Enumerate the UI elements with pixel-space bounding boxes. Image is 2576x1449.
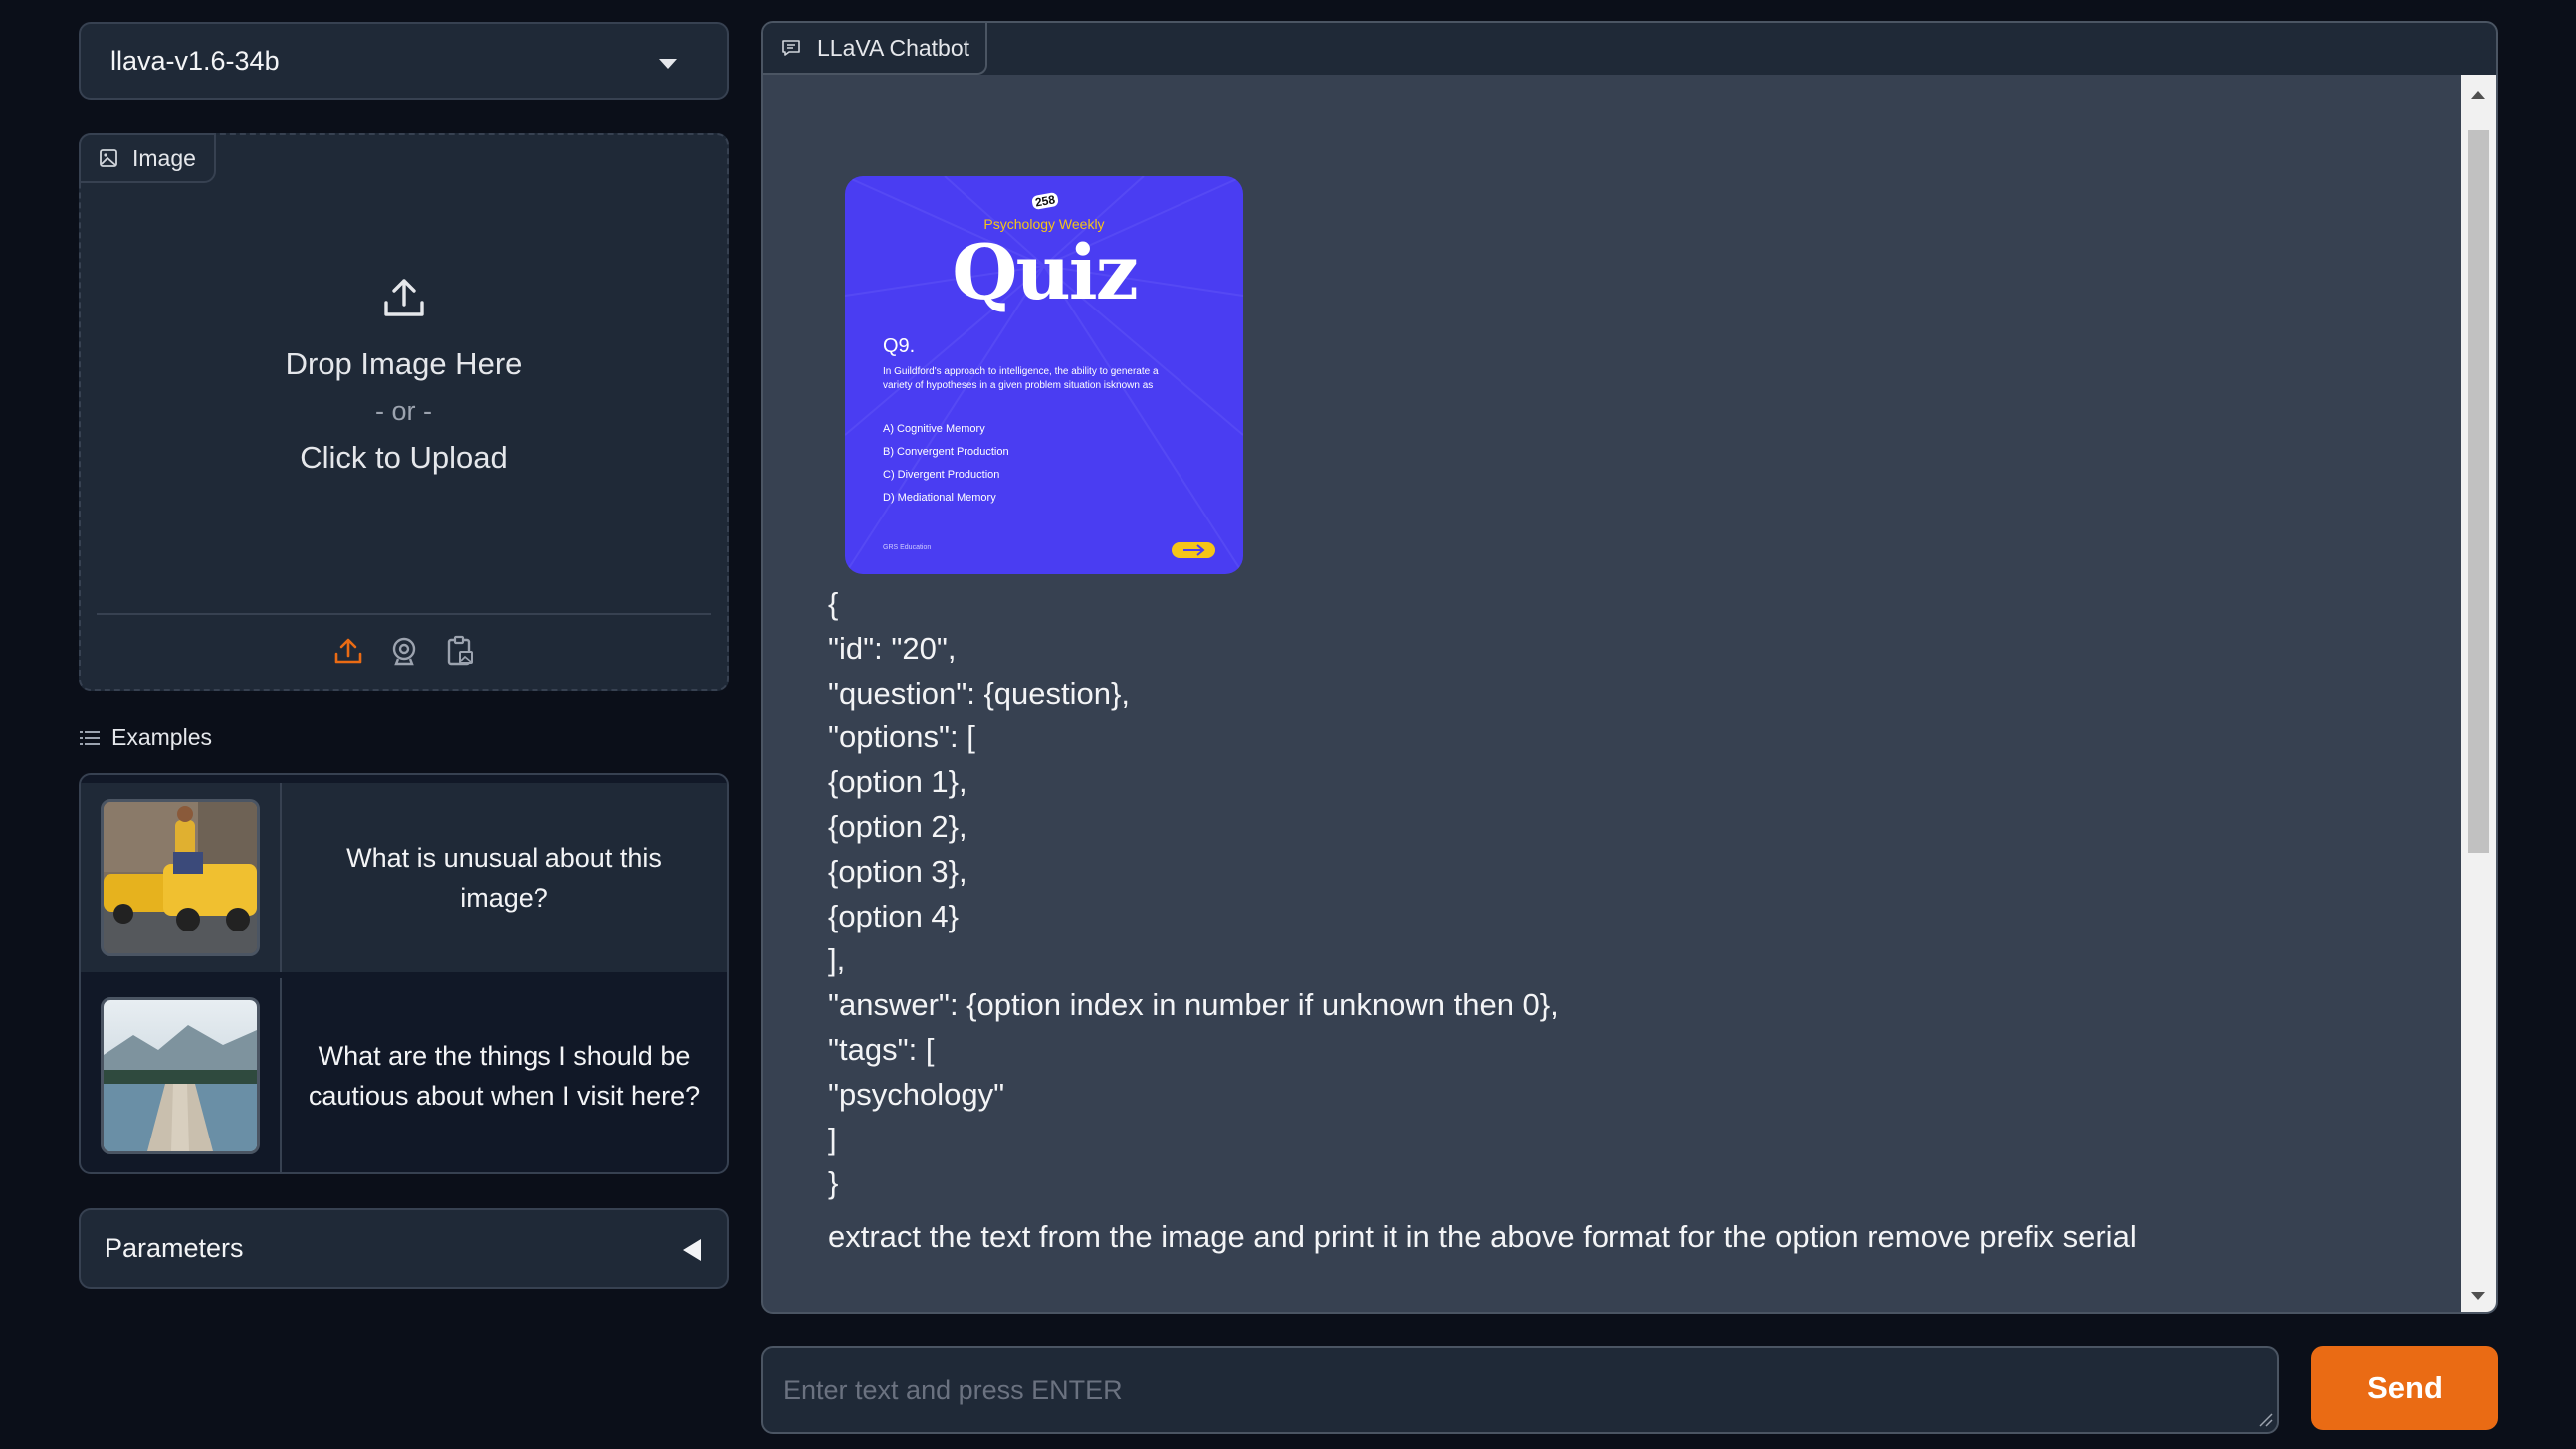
clipboard-icon[interactable] bbox=[442, 633, 478, 669]
message-line: {option 1}, bbox=[828, 764, 967, 800]
parameters-label: Parameters bbox=[105, 1233, 244, 1263]
example-prompt-text[interactable]: What are the things I should be cautious… bbox=[282, 978, 727, 1172]
quiz-option: D) Mediational Memory bbox=[883, 492, 996, 504]
scrollbar-thumb[interactable] bbox=[2468, 130, 2489, 853]
example-thumbnail-taxi[interactable] bbox=[101, 799, 260, 956]
message-line: "answer": {option index in number if unk… bbox=[828, 987, 1559, 1023]
message-line: "psychology" bbox=[828, 1076, 1005, 1112]
message-line: {option 2}, bbox=[828, 808, 967, 844]
quiz-footer: GRS Education bbox=[883, 544, 932, 551]
example-prompt-text[interactable]: What is unusual about this image? bbox=[282, 783, 727, 972]
quiz-option: B) Convergent Production bbox=[883, 446, 1009, 458]
example-row[interactable]: What are the things I should be cautious… bbox=[81, 978, 727, 1172]
message-line: {option 4} bbox=[828, 898, 960, 933]
message-line: "tags": [ bbox=[828, 1031, 935, 1067]
webcam-icon[interactable] bbox=[386, 633, 422, 669]
image-source-selector bbox=[81, 633, 727, 669]
chat-messages: 258 Psychology Weekly Quiz Q9. In Guildf… bbox=[763, 75, 2461, 1312]
image-icon bbox=[100, 149, 117, 167]
upload-source-icon[interactable] bbox=[330, 633, 366, 669]
model-dropdown[interactable]: llava-v1.6-34b bbox=[79, 22, 729, 100]
image-panel-tab-label: Image bbox=[132, 144, 196, 171]
message-line: ], bbox=[828, 942, 846, 978]
examples-header: Examples bbox=[80, 724, 212, 751]
quiz-option: C) Divergent Production bbox=[883, 469, 1000, 481]
chatbot-tab-label: LLaVA Chatbot bbox=[817, 34, 970, 61]
message-line: {option 3}, bbox=[828, 853, 967, 889]
upload-dropzone[interactable]: Drop Image Here - or - Click to Upload bbox=[81, 275, 727, 480]
chatbot-panel: LLaVA Chatbot 258 Psychology Weekly Quiz… bbox=[761, 21, 2498, 1314]
chat-message-json-template: { "id": "20", "question": {question}, "o… bbox=[828, 582, 1559, 1206]
uploaded-quiz-image: 258 Psychology Weekly Quiz Q9. In Guildf… bbox=[845, 176, 1243, 574]
example-thumbnail-lake[interactable] bbox=[101, 996, 260, 1154]
chat-scrollbar[interactable] bbox=[2461, 75, 2496, 1312]
examples-label: Examples bbox=[111, 724, 212, 750]
upload-icon bbox=[383, 279, 424, 316]
model-dropdown-value: llava-v1.6-34b bbox=[110, 45, 280, 76]
collapse-arrow-icon[interactable] bbox=[683, 1239, 701, 1261]
parameters-accordion[interactable]: Parameters bbox=[79, 1208, 729, 1289]
chat-input[interactable] bbox=[761, 1346, 2279, 1434]
scroll-down-arrow-icon[interactable] bbox=[2471, 1292, 2485, 1300]
scroll-up-arrow-icon[interactable] bbox=[2471, 91, 2485, 99]
chat-message-instruction: extract the text from the image and prin… bbox=[828, 1219, 2137, 1254]
list-icon bbox=[80, 730, 100, 745]
drop-image-text: Drop Image Here bbox=[285, 346, 523, 381]
message-line: } bbox=[828, 1165, 839, 1201]
example-thumbnail-cell[interactable] bbox=[81, 978, 282, 1172]
chevron-down-icon[interactable] bbox=[659, 59, 677, 69]
or-text: - or - bbox=[375, 396, 432, 426]
panel-divider bbox=[97, 613, 711, 615]
message-line: "id": "20", bbox=[828, 630, 957, 666]
chatbot-header bbox=[763, 23, 2496, 75]
examples-table: What is unusual about this image? What a… bbox=[79, 773, 729, 1174]
quiz-question-text: In Guildford's approach to intelligence,… bbox=[883, 366, 1159, 391]
image-upload-panel[interactable]: Image Drop Image Here - or - Click to Up… bbox=[79, 133, 729, 691]
example-row[interactable]: What is unusual about this image? bbox=[81, 783, 727, 972]
chat-icon bbox=[782, 40, 800, 56]
send-button[interactable]: Send bbox=[2311, 1346, 2498, 1430]
message-line: "question": {question}, bbox=[828, 675, 1130, 711]
message-line: ] bbox=[828, 1121, 837, 1156]
example-thumbnail-cell[interactable] bbox=[81, 783, 282, 972]
quiz-title: Quiz bbox=[952, 228, 1139, 316]
click-to-upload-text[interactable]: Click to Upload bbox=[81, 436, 727, 480]
image-panel-tab: Image bbox=[79, 133, 216, 183]
chatbot-tab: LLaVA Chatbot bbox=[763, 23, 988, 75]
message-line: { bbox=[828, 586, 839, 621]
message-line: "options": [ bbox=[828, 720, 975, 755]
resize-grip-icon[interactable] bbox=[2257, 1411, 2273, 1427]
quiz-option: A) Cognitive Memory bbox=[883, 423, 985, 435]
quiz-question-number: Q9. bbox=[883, 335, 916, 357]
